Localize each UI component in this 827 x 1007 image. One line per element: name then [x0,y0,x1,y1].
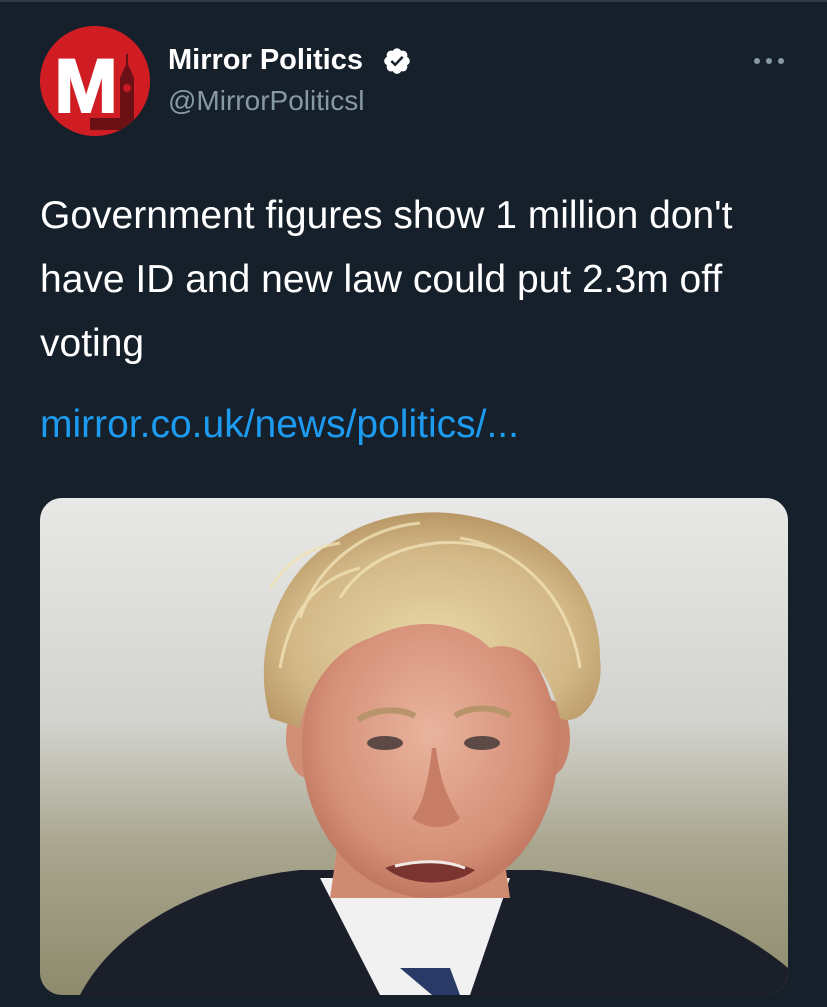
author-handle[interactable]: @MirrorPoliticsl [168,83,364,119]
tweet[interactable]: M Mirror Politics @MirrorPoliticsl Gover… [0,0,827,1007]
more-options-icon[interactable] [748,46,790,76]
avatar-letter: M [54,44,117,129]
mirror-logo-icon: M [40,26,150,136]
author-name[interactable]: Mirror Politics [168,42,363,78]
verified-badge-icon [384,48,410,74]
news-photo-icon [40,498,788,995]
media-image[interactable] [40,498,788,995]
avatar[interactable]: M [40,26,150,136]
tweet-link[interactable]: mirror.co.uk/news/politics/... [40,395,519,455]
tweet-text: Government figures show 1 million don't … [40,194,733,365]
